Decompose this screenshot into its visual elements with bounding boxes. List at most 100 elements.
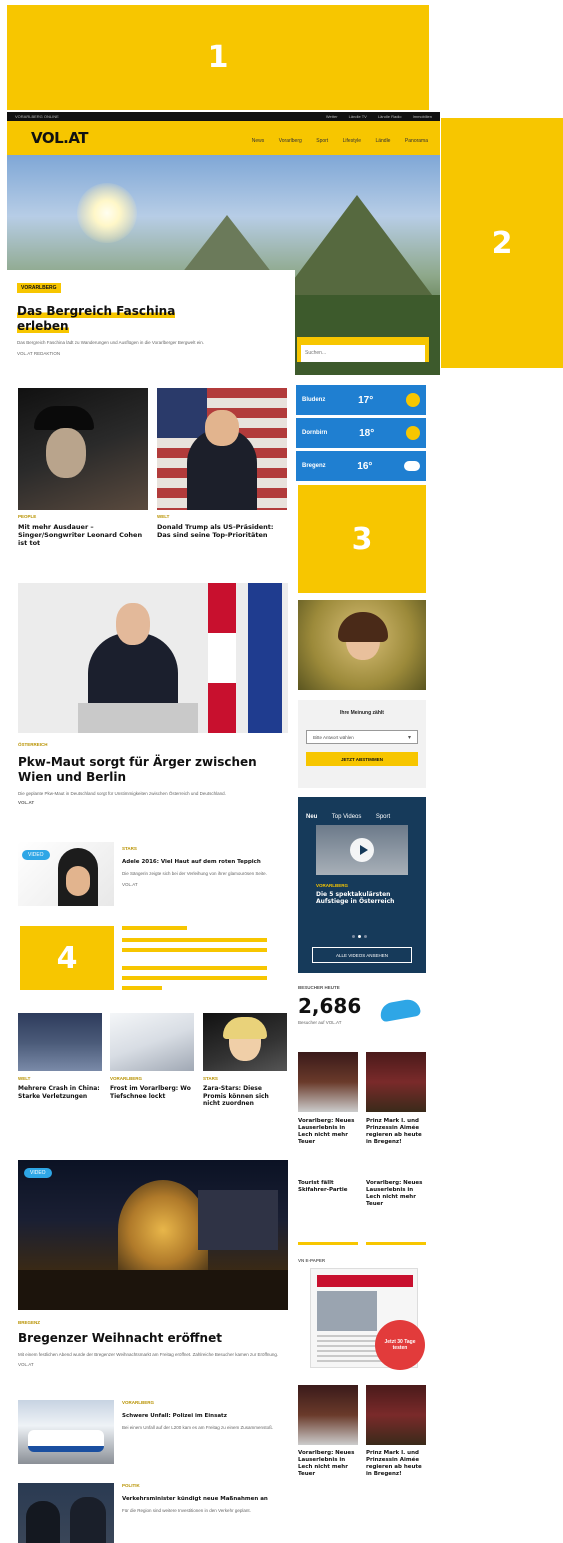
- poll-submit-button[interactable]: JETZT ABSTIMMEN: [306, 752, 418, 766]
- sun-glare: [77, 183, 137, 243]
- list-image[interactable]: [18, 1400, 114, 1464]
- newspaper-label: VN E-PAPER: [298, 1258, 326, 1263]
- news-image[interactable]: [18, 388, 148, 510]
- nav-item[interactable]: Lifestyle: [343, 138, 361, 144]
- carousel-dot[interactable]: [352, 935, 355, 938]
- weather-city: Bludenz: [302, 397, 326, 403]
- flag-austria: [208, 583, 236, 733]
- nav-item[interactable]: Sport: [316, 138, 328, 144]
- person-shape: [26, 1501, 60, 1543]
- tree-lights: [118, 1180, 208, 1280]
- car-shape: [28, 1430, 104, 1452]
- hero-byline: VOL.AT REDAKTION: [17, 350, 61, 356]
- ad-slot-1: 1: [7, 5, 429, 110]
- teaser-category: STARS: [122, 846, 137, 851]
- placeholder-bar: [122, 966, 267, 970]
- news-title: Zara-Stars: Diese Promis können sich nic…: [203, 1085, 269, 1107]
- lead-image[interactable]: VIDEO: [18, 1160, 288, 1310]
- newspaper-badge[interactable]: Jetzt 30 Tage testen: [375, 1320, 425, 1370]
- lead-image[interactable]: [18, 583, 288, 733]
- ad-slot-2: 2: [441, 118, 563, 368]
- teaser-image[interactable]: VIDEO: [18, 842, 114, 906]
- news-teaser[interactable]: WELT Mehrere Crash in China: Starke Verl…: [18, 1076, 102, 1100]
- nav-item[interactable]: News: [252, 138, 265, 144]
- lead-article[interactable]: BREGENZ Bregenzer Weihnacht eröffnet Mit…: [18, 1320, 288, 1369]
- face-shape: [205, 410, 239, 446]
- grid-item[interactable]: Tourist fällt Skifahrer-Partie: [298, 1180, 358, 1194]
- grid-title: Vorarlberg: Neues Lauserlebnis in Lech n…: [298, 1118, 355, 1145]
- lead-title: Pkw-Maut sorgt für Ärger zwischen Wien u…: [18, 755, 288, 785]
- weather-temp: 16°: [357, 460, 373, 472]
- search-input[interactable]: [301, 344, 425, 362]
- news-image[interactable]: [110, 1013, 194, 1071]
- weather-row[interactable]: Bregenz 16°: [296, 451, 426, 481]
- play-icon[interactable]: [350, 838, 374, 862]
- grid-item[interactable]: Vorarlberg: Neues Lauserlebnis in Lech n…: [298, 1450, 358, 1478]
- grid-title: Vorarlberg: Neues Lauserlebnis in Lech n…: [298, 1450, 355, 1477]
- grid-image[interactable]: [366, 1052, 426, 1112]
- hero-title[interactable]: Das Bergreich Faschina erleben: [17, 304, 285, 334]
- ad-text-placeholder: [122, 926, 268, 990]
- news-teaser[interactable]: VORARLBERG Frost im Vorarlberg: Wo Tiefs…: [110, 1076, 194, 1100]
- news-title: Mit mehr Ausdauer – Singer/Songwriter Le…: [18, 523, 143, 548]
- video-title[interactable]: Die 5 spektakulärsten Aufstiege in Öster…: [316, 891, 416, 905]
- grid-title: Tourist fällt Skifahrer-Partie: [298, 1180, 348, 1193]
- carousel-dot[interactable]: [358, 935, 361, 938]
- grid-image[interactable]: [298, 1385, 358, 1445]
- top-link[interactable]: Ländle Radio: [378, 114, 402, 119]
- news-image[interactable]: [157, 388, 287, 510]
- carousel-dot[interactable]: [364, 935, 367, 938]
- video-thumbnail[interactable]: [316, 825, 408, 875]
- lead-summary: Die geplante Pkw-Maut in Deutschland sor…: [18, 791, 226, 796]
- all-videos-button[interactable]: ALLE VIDEOS ANSEHEN: [312, 947, 412, 963]
- grid-item[interactable]: Vorarlberg: Neues Lauserlebnis in Lech n…: [366, 1180, 426, 1208]
- cloud-icon: [403, 461, 420, 471]
- list-image[interactable]: [18, 1483, 114, 1543]
- nav-item[interactable]: Ländle: [375, 138, 390, 144]
- list-item[interactable]: VORARLBERG Schwere Unfall: Polizei im Ei…: [122, 1400, 288, 1432]
- video-tab[interactable]: Top Videos: [332, 814, 362, 820]
- news-title: Mehrere Crash in China: Starke Verletzun…: [18, 1085, 100, 1100]
- news-category: WELT: [157, 514, 170, 519]
- list-category: VORARLBERG: [122, 1400, 155, 1405]
- placeholder-bar: [122, 976, 267, 980]
- poll-select[interactable]: Bitte Antwort wählen ▾: [306, 730, 418, 744]
- top-link[interactable]: Wetter: [326, 114, 338, 119]
- lead-article[interactable]: ÖSTERREICH Pkw-Maut sorgt für Ärger zwis…: [18, 742, 288, 807]
- lead-title: Bregenzer Weihnacht eröffnet: [18, 1331, 222, 1345]
- news-image[interactable]: [18, 1013, 102, 1071]
- grid-image[interactable]: [366, 1385, 426, 1445]
- grid-item[interactable]: Prinz Mark I. und Prinzessin Aimée regie…: [366, 1118, 426, 1146]
- main-nav: News Vorarlberg Sport Lifestyle Ländle P…: [242, 129, 428, 147]
- lead-summary: Mit einem festlichen Abend wurde der Bre…: [18, 1352, 279, 1357]
- top-link[interactable]: Immobilien: [413, 114, 432, 119]
- top-link[interactable]: Ländle TV: [349, 114, 367, 119]
- news-teaser[interactable]: PEOPLE Mit mehr Ausdauer – Singer/Songwr…: [18, 514, 148, 547]
- weather-row[interactable]: Dornbirn 18°: [296, 418, 426, 448]
- news-teaser[interactable]: WELT Donald Trump als US-Präsident: Das …: [157, 514, 287, 539]
- poll-widget: Ihre Meinung zählt Bitte Antwort wählen …: [298, 700, 426, 788]
- weather-temp: 18°: [359, 427, 375, 439]
- news-image[interactable]: [203, 1013, 287, 1071]
- news-teaser[interactable]: STARS Zara-Stars: Diese Promis können si…: [203, 1076, 287, 1108]
- list-category: POLITIK: [122, 1483, 140, 1488]
- weather-row[interactable]: Bludenz 17°: [296, 385, 426, 415]
- grid-item[interactable]: Vorarlberg: Neues Lauserlebnis in Lech n…: [298, 1118, 358, 1146]
- sun-icon: [406, 393, 420, 407]
- hero-text-panel: VORARLBERG Das Bergreich Faschina erlebe…: [7, 270, 295, 380]
- lead-category: ÖSTERREICH: [18, 742, 48, 747]
- teaser-text[interactable]: STARS Adele 2016: Viel Haut auf dem rote…: [122, 846, 288, 888]
- nav-item[interactable]: Panorama: [405, 138, 428, 144]
- video-tab[interactable]: Neu: [306, 814, 317, 820]
- video-tab[interactable]: Sport: [376, 814, 390, 820]
- hair-shape: [223, 1017, 267, 1039]
- site-logo[interactable]: VOL.AT: [31, 129, 89, 147]
- list-item[interactable]: POLITIK Verkehrsminister kündigt neue Ma…: [122, 1483, 288, 1515]
- visitor-counter: BESUCHER HEUTE 2,686 Besucher auf VOL.AT: [298, 985, 426, 1045]
- grid-item[interactable]: Prinz Mark I. und Prinzessin Aimée regie…: [366, 1450, 426, 1478]
- teaser-summary: Die Sängerin zeigte sich bei der Verleih…: [122, 870, 267, 876]
- promo-image[interactable]: [298, 600, 426, 690]
- nav-item[interactable]: Vorarlberg: [279, 138, 302, 144]
- lead-category: BREGENZ: [18, 1320, 41, 1325]
- grid-image[interactable]: [298, 1052, 358, 1112]
